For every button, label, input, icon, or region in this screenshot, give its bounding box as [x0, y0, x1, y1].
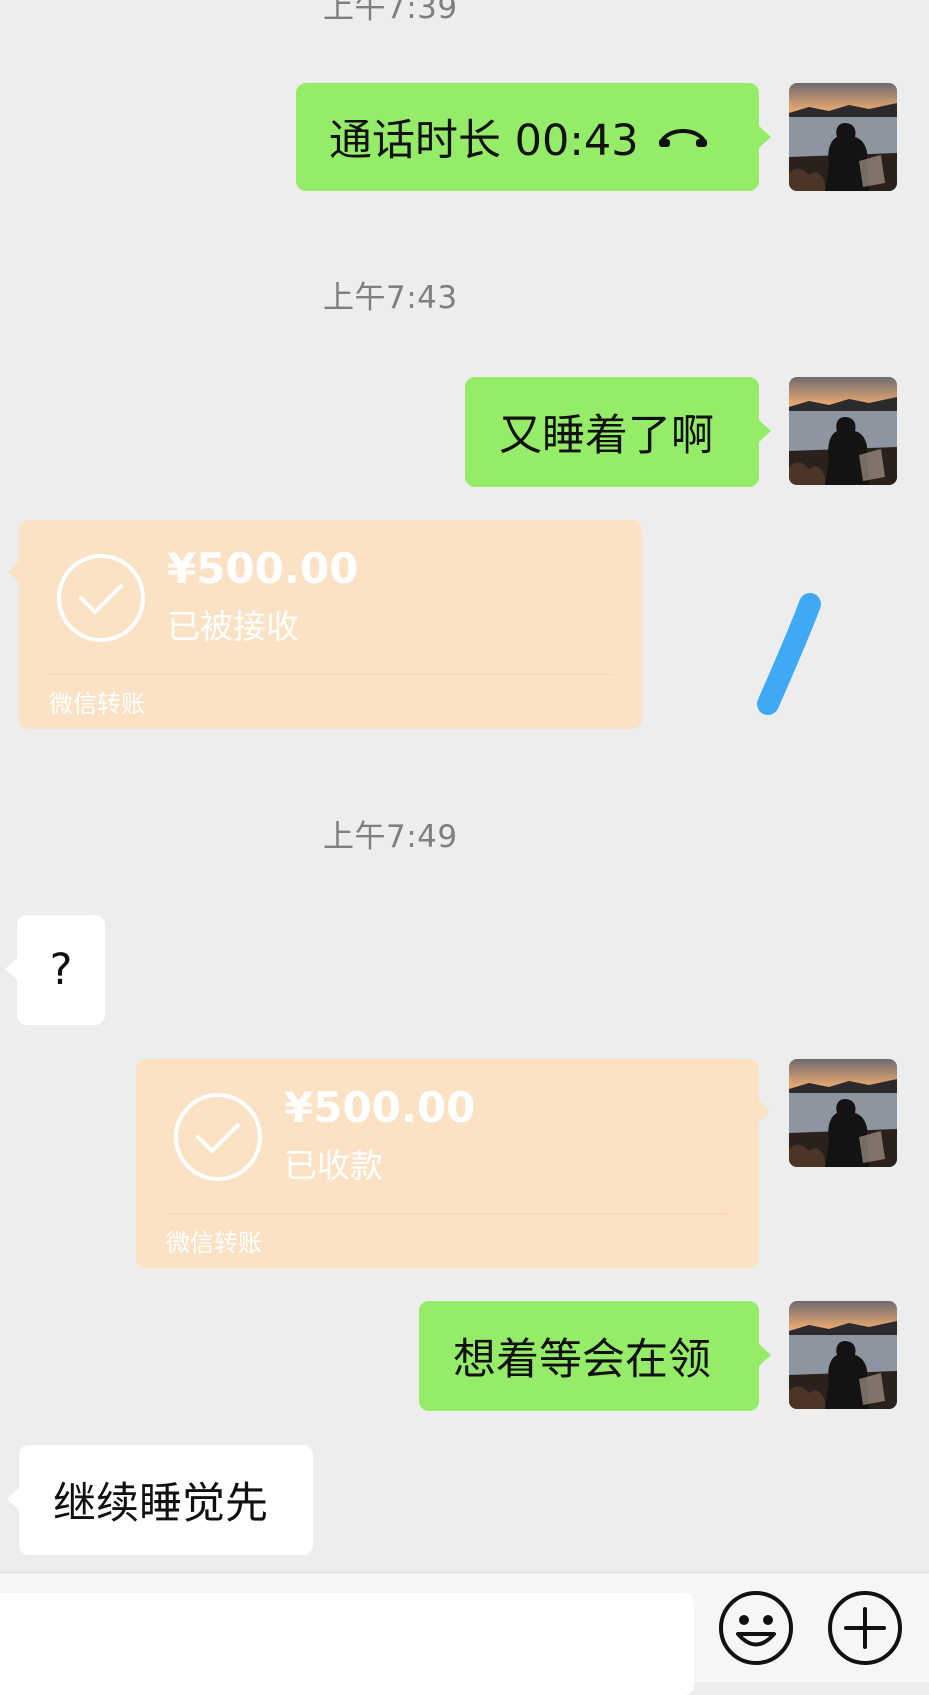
call-record-bubble[interactable]: 通话时长 00:43: [296, 83, 771, 191]
check-circle-icon: [55, 552, 147, 648]
avatar[interactable]: [789, 1059, 897, 1167]
check-circle-icon: [172, 1091, 264, 1187]
timestamp-top: 上午7:39: [323, 0, 458, 26]
transfer-card[interactable]: ¥500.00 已收款 微信转账: [136, 1059, 770, 1268]
avatar[interactable]: [789, 1301, 897, 1409]
transfer-amount: ¥500.00: [167, 544, 359, 593]
emoji-icon[interactable]: [717, 1589, 795, 1671]
message-text: ?: [49, 945, 73, 995]
transfer-label: 微信转账: [166, 1229, 262, 1257]
plus-icon[interactable]: [826, 1589, 904, 1671]
annotation-stroke: [752, 592, 824, 722]
transfer-card[interactable]: ¥500.00 已被接收 微信转账: [8, 520, 642, 729]
message-input[interactable]: [0, 1593, 694, 1695]
transfer-amount: ¥500.00: [284, 1083, 476, 1132]
divider: [49, 674, 612, 675]
message-text: 继续睡觉先: [53, 1479, 268, 1529]
call-duration-text: 通话时长 00:43: [329, 116, 639, 166]
timestamp: 上午7:49: [323, 819, 458, 855]
timestamp: 上午7:43: [323, 280, 458, 316]
input-bar: [0, 1572, 929, 1695]
sent-message-bubble[interactable]: 想着等会在领: [419, 1301, 771, 1411]
divider: [166, 1213, 729, 1214]
avatar[interactable]: [789, 377, 897, 485]
transfer-status: 已被接收: [167, 607, 299, 646]
transfer-label: 微信转账: [49, 690, 145, 718]
transfer-status: 已收款: [284, 1146, 383, 1185]
received-message-bubble[interactable]: 继续睡觉先: [7, 1445, 313, 1555]
sent-message-bubble[interactable]: 又睡着了啊: [465, 377, 771, 487]
avatar[interactable]: [789, 83, 897, 191]
received-message-bubble[interactable]: ?: [5, 915, 105, 1025]
message-text: 又睡着了啊: [499, 411, 714, 461]
hang-up-phone-icon: [657, 112, 709, 162]
message-text: 想着等会在领: [453, 1335, 711, 1385]
